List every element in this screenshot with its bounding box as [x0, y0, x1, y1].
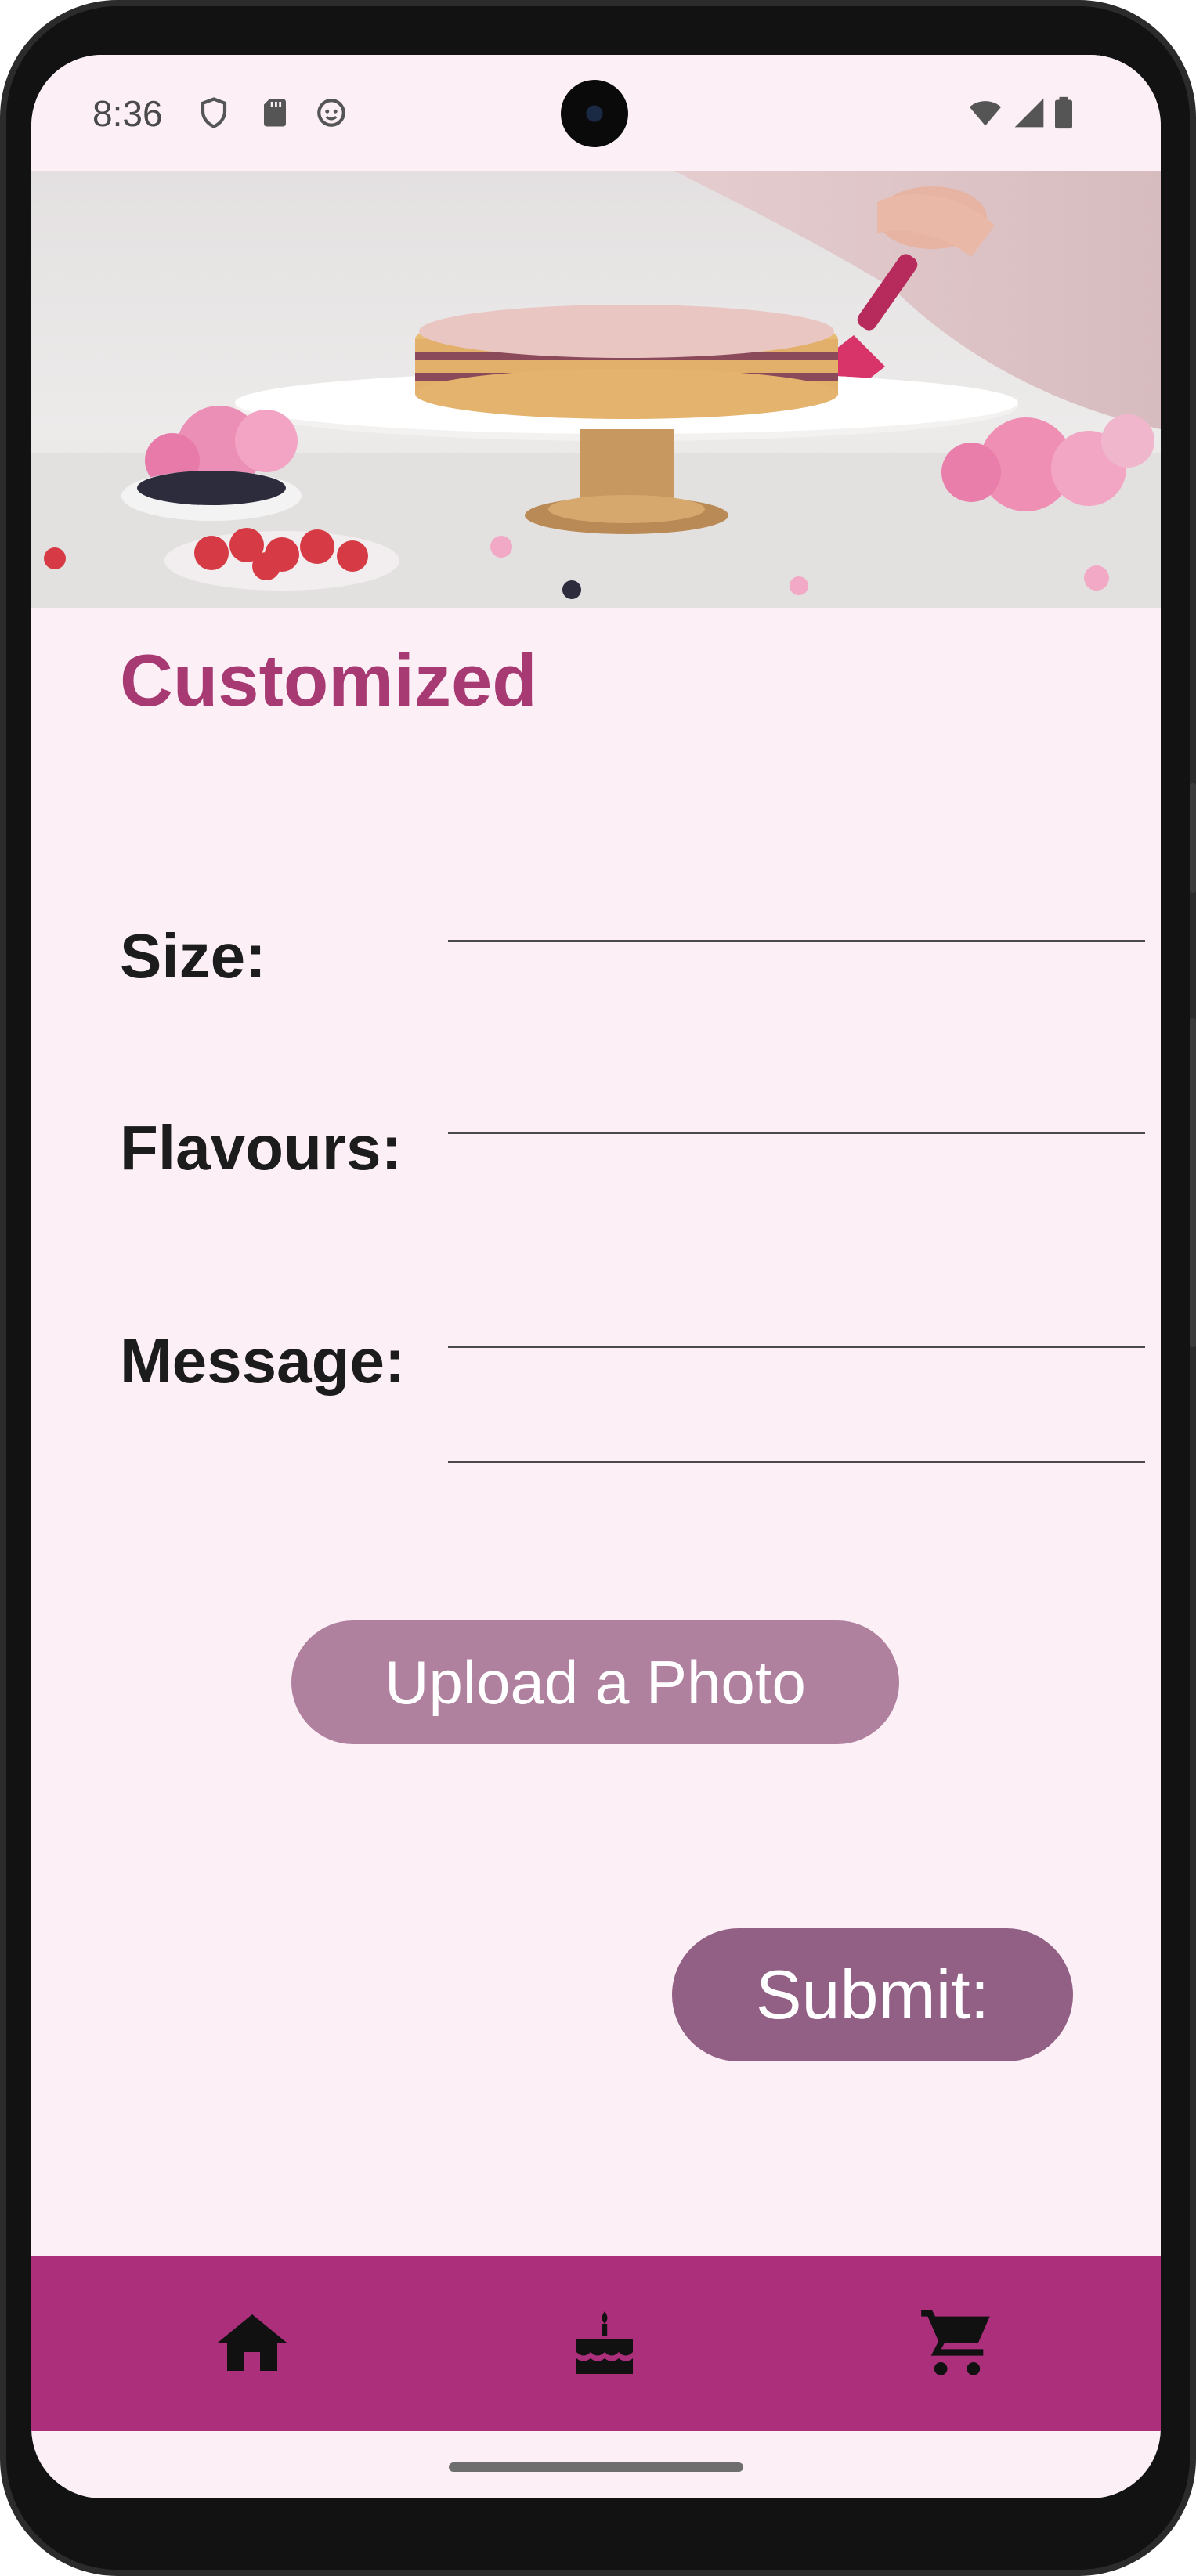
flavours-input[interactable]: [448, 1132, 1145, 1134]
shield-icon: [201, 97, 227, 128]
cake-icon: [576, 2311, 633, 2374]
message-input-line-2[interactable]: [448, 1461, 1145, 1463]
cart-icon: [921, 2310, 990, 2375]
home-icon: [218, 2314, 287, 2371]
hero-cake-image: [31, 171, 1161, 608]
battery-icon: [1055, 96, 1072, 129]
face-icon: [317, 99, 345, 127]
flavours-label: Flavours:: [120, 1113, 403, 1183]
volume-button: [1190, 783, 1196, 893]
status-time: 8:36: [92, 93, 163, 134]
page-title: Customized: [120, 639, 537, 721]
message-label: Message:: [120, 1326, 406, 1396]
bottom-navigation: [31, 2256, 1161, 2431]
power-button: [1190, 1018, 1196, 1347]
message-input[interactable]: [448, 1346, 1145, 1348]
nav-cart[interactable]: [910, 2300, 1004, 2386]
size-input[interactable]: [448, 940, 1145, 942]
cell-signal-icon: [1014, 98, 1044, 128]
submit-button[interactable]: Submit:: [672, 1928, 1073, 2061]
wifi-icon: [969, 101, 1002, 126]
upload-photo-button[interactable]: Upload a Photo: [291, 1620, 899, 1744]
sd-card-icon: [264, 99, 286, 127]
front-camera: [561, 80, 628, 147]
gesture-bar[interactable]: [449, 2462, 743, 2472]
cake-photo: [31, 171, 1161, 608]
nav-cakes[interactable]: [558, 2300, 652, 2386]
app-screen: 8:36 Customized Size: Flavours: Message:…: [31, 55, 1161, 2498]
size-label: Size:: [120, 921, 266, 991]
nav-home[interactable]: [205, 2300, 299, 2386]
status-bar: 8:36: [31, 55, 1161, 171]
